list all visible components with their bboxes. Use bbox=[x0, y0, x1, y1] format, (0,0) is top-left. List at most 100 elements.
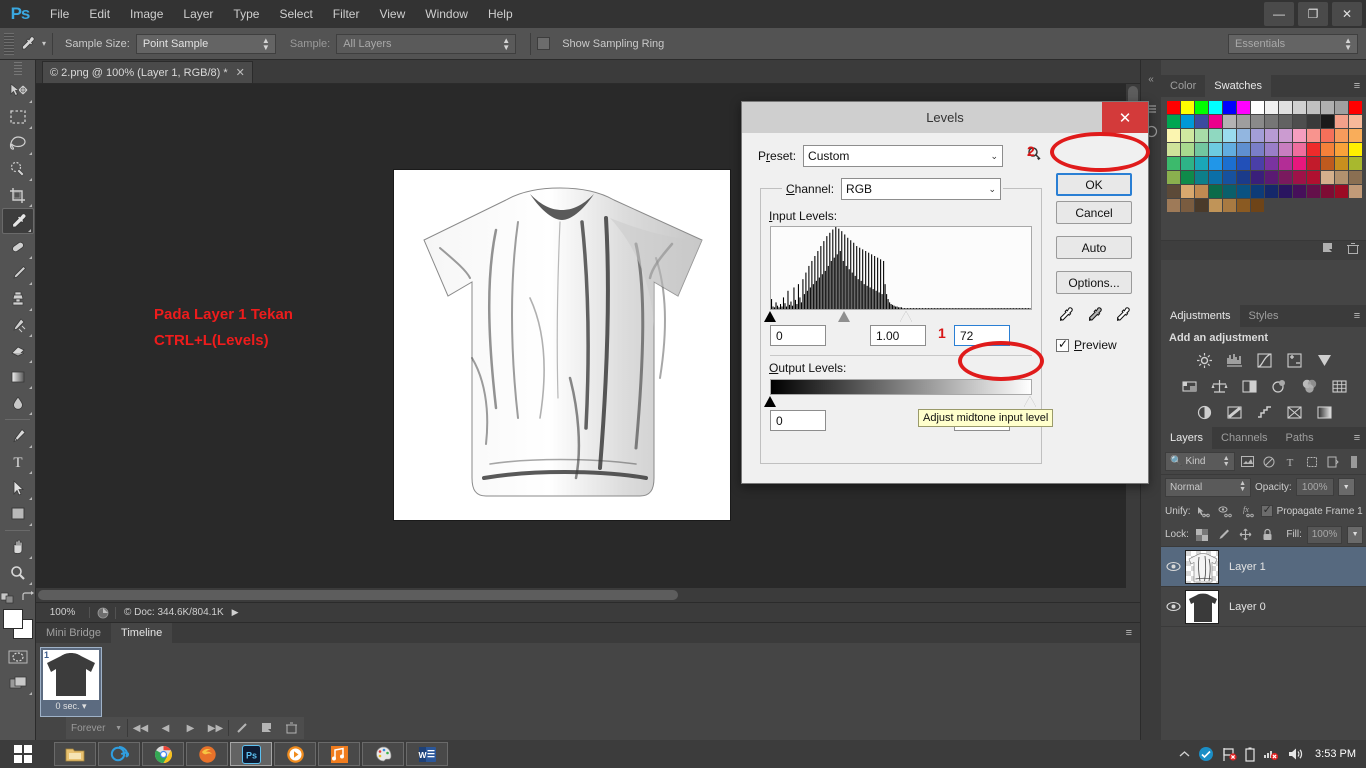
layer-kind-select[interactable]: 🔍 Kind ▲ ▼ bbox=[1165, 452, 1235, 471]
rectangular-marquee-tool[interactable] bbox=[2, 104, 34, 130]
tab-timeline[interactable]: Timeline bbox=[111, 623, 173, 643]
menu-edit[interactable]: Edit bbox=[79, 0, 120, 28]
lock-position-icon[interactable] bbox=[1237, 526, 1254, 544]
hue-saturation-icon[interactable] bbox=[1178, 376, 1200, 396]
horizontal-scrollbar[interactable] bbox=[36, 588, 1140, 602]
lock-transparency-icon[interactable] bbox=[1194, 526, 1211, 544]
color-swatch[interactable] bbox=[1279, 101, 1292, 114]
tab-color[interactable]: Color bbox=[1161, 75, 1205, 97]
color-swatch[interactable] bbox=[1349, 157, 1362, 170]
ok-button[interactable]: OK bbox=[1056, 173, 1132, 196]
color-swatch[interactable] bbox=[1237, 157, 1250, 170]
unify-style-icon[interactable]: fx bbox=[1239, 502, 1257, 520]
color-swatch[interactable] bbox=[1195, 199, 1208, 212]
color-swatch[interactable] bbox=[1237, 143, 1250, 156]
color-swatch[interactable] bbox=[1181, 129, 1194, 142]
duplicate-frame-icon[interactable] bbox=[254, 718, 279, 738]
rectangle-tool[interactable] bbox=[2, 501, 34, 527]
color-swatch[interactable] bbox=[1167, 143, 1180, 156]
timeline-frame[interactable]: 1 0 sec. ▾ bbox=[40, 647, 102, 717]
set-white-point-icon[interactable] bbox=[1113, 306, 1132, 328]
brush-tool[interactable] bbox=[2, 260, 34, 286]
file-explorer-icon[interactable] bbox=[54, 742, 96, 766]
swap-colors-icon[interactable] bbox=[21, 590, 35, 604]
color-swatch[interactable] bbox=[1167, 101, 1180, 114]
clone-stamp-tool[interactable] bbox=[2, 286, 34, 312]
path-selection-tool[interactable] bbox=[2, 475, 34, 501]
levels-dialog[interactable]: Levels ✕ Preset: Custom ⌄ Channel: RGB ⌄… bbox=[741, 101, 1149, 484]
color-swatch[interactable] bbox=[1181, 143, 1194, 156]
photoshop-icon[interactable]: Ps bbox=[230, 742, 272, 766]
gradient-map-icon[interactable] bbox=[1283, 402, 1305, 422]
filter-toggle-icon[interactable] bbox=[1346, 453, 1363, 471]
input-gamma-slider[interactable] bbox=[838, 311, 850, 322]
expand-panels-icon[interactable]: « bbox=[1141, 68, 1161, 90]
delete-frame-icon[interactable] bbox=[279, 718, 304, 738]
photo-filter-icon[interactable] bbox=[1268, 376, 1290, 396]
layer-row[interactable]: Layer 1 bbox=[1161, 547, 1366, 587]
color-swatch[interactable] bbox=[1223, 129, 1236, 142]
word-icon[interactable]: W bbox=[406, 742, 448, 766]
color-swatch[interactable] bbox=[1223, 101, 1236, 114]
color-swatch[interactable] bbox=[1265, 171, 1278, 184]
play-animation-button[interactable]: ▶ bbox=[178, 718, 203, 738]
taskbar-clock[interactable]: 3:53 PM bbox=[1315, 748, 1356, 760]
layer-visibility-icon[interactable] bbox=[1161, 561, 1185, 572]
color-swatch[interactable] bbox=[1279, 185, 1292, 198]
internet-explorer-icon[interactable] bbox=[98, 742, 140, 766]
color-lookup-icon[interactable] bbox=[1328, 376, 1350, 396]
auto-button[interactable]: Auto bbox=[1056, 236, 1132, 259]
color-swatch[interactable] bbox=[1349, 185, 1362, 198]
firefox-icon[interactable] bbox=[186, 742, 228, 766]
shape-filter-icon[interactable] bbox=[1303, 453, 1320, 471]
delete-swatch-icon[interactable] bbox=[1347, 242, 1359, 260]
swatches-grid[interactable] bbox=[1161, 97, 1366, 212]
pixel-filter-icon[interactable] bbox=[1239, 453, 1256, 471]
propagate-frame-checkbox[interactable] bbox=[1260, 503, 1273, 517]
eyedropper-icon[interactable] bbox=[14, 33, 40, 55]
lasso-tool[interactable] bbox=[2, 130, 34, 156]
blur-tool[interactable] bbox=[2, 390, 34, 416]
layer-thumbnail[interactable] bbox=[1185, 549, 1219, 584]
output-black-field[interactable]: 0 bbox=[770, 410, 826, 431]
color-swatch[interactable] bbox=[1349, 143, 1362, 156]
color-swatch[interactable] bbox=[1293, 143, 1306, 156]
show-sampling-ring-checkbox[interactable] bbox=[537, 37, 551, 50]
media-player-icon[interactable] bbox=[274, 742, 316, 766]
lock-all-icon[interactable] bbox=[1259, 526, 1276, 544]
smartobject-filter-icon[interactable] bbox=[1324, 453, 1341, 471]
menu-select[interactable]: Select bbox=[269, 0, 322, 28]
input-gamma-field[interactable]: 1.00 bbox=[870, 325, 926, 346]
google-chrome-icon[interactable] bbox=[142, 742, 184, 766]
color-swatch[interactable] bbox=[1181, 199, 1194, 212]
color-swatch[interactable] bbox=[1265, 129, 1278, 142]
color-swatch[interactable] bbox=[1251, 171, 1264, 184]
brightness-contrast-icon[interactable] bbox=[1193, 350, 1215, 370]
color-swatch[interactable] bbox=[1251, 185, 1264, 198]
color-swatch[interactable] bbox=[1335, 115, 1348, 128]
color-swatch[interactable] bbox=[1335, 185, 1348, 198]
input-black-slider[interactable] bbox=[764, 311, 776, 322]
curves-icon[interactable] bbox=[1253, 350, 1275, 370]
set-black-point-icon[interactable] bbox=[1056, 306, 1075, 328]
color-swatch[interactable] bbox=[1307, 157, 1320, 170]
eraser-tool[interactable] bbox=[2, 338, 34, 364]
layer-row[interactable]: Layer 0 bbox=[1161, 587, 1366, 627]
color-swatch[interactable] bbox=[1195, 143, 1208, 156]
battery-icon[interactable] bbox=[1245, 747, 1255, 762]
color-swatch[interactable] bbox=[1251, 157, 1264, 170]
color-swatch[interactable] bbox=[1167, 115, 1180, 128]
layer-thumbnail[interactable] bbox=[1185, 589, 1219, 624]
color-swatch[interactable] bbox=[1349, 101, 1362, 114]
status-expand-icon[interactable]: ▶ bbox=[232, 607, 239, 618]
exposure-icon[interactable] bbox=[1283, 350, 1305, 370]
color-swatch[interactable] bbox=[1167, 199, 1180, 212]
color-swatch[interactable] bbox=[1307, 115, 1320, 128]
color-swatch[interactable] bbox=[1293, 115, 1306, 128]
color-swatch[interactable] bbox=[1251, 115, 1264, 128]
color-swatch[interactable] bbox=[1335, 129, 1348, 142]
lock-image-icon[interactable] bbox=[1216, 526, 1233, 544]
pen-tool[interactable] bbox=[2, 423, 34, 449]
color-swatch[interactable] bbox=[1335, 171, 1348, 184]
color-swatch[interactable] bbox=[1209, 171, 1222, 184]
